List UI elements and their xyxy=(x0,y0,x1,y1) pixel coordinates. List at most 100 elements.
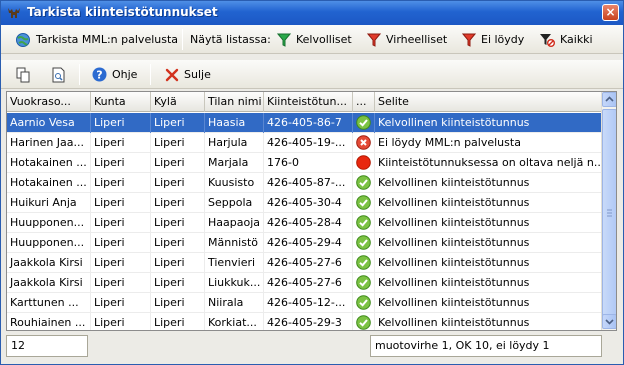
cell-tilan-nimi: Niirala xyxy=(205,293,264,313)
cell-kyla: Liperi xyxy=(151,153,205,173)
cell-tilan-nimi: Kuusisto xyxy=(205,173,264,193)
svg-text:?: ? xyxy=(96,69,102,82)
cell-selite: Ei löydy MML:n palvelusta xyxy=(375,133,603,153)
cell-tilan-nimi: Haapaoja xyxy=(205,213,264,233)
cell-kyla: Liperi xyxy=(151,253,205,273)
close-button[interactable]: Sulje xyxy=(165,65,211,84)
filter-invalid-button[interactable]: Virheelliset xyxy=(367,30,447,49)
table-row[interactable]: Karttunen ... Liperi Liperi Niirala 426-… xyxy=(7,293,603,313)
column-header-kyla[interactable]: Kylä xyxy=(151,92,205,112)
cell-selite: Kelvollinen kiinteistötunnus xyxy=(375,113,603,133)
filter-toolbar: Tarkista MML:n palvelusta Näytä listassa… xyxy=(1,25,623,54)
preview-button[interactable] xyxy=(51,65,71,84)
table-row[interactable]: Hotakainen ... Liperi Liperi Marjala 176… xyxy=(7,153,603,173)
column-header-kiinteistotunnus[interactable]: Kiinteistötun... xyxy=(264,92,353,112)
chevron-up-icon xyxy=(605,96,614,102)
cell-vuokraso: Jaakkola Kirsi xyxy=(7,253,91,273)
help-button[interactable]: ? Ohje xyxy=(92,65,137,84)
status-ok-icon xyxy=(356,315,371,330)
table-row[interactable]: Huupponen... Liperi Liperi Männistö 426-… xyxy=(7,233,603,253)
cell-selite: Kelvollinen kiinteistötunnus xyxy=(375,313,603,330)
main-window: Tarkista kiinteistötunnukset × Tarkista … xyxy=(0,0,624,365)
cell-kunta: Liperi xyxy=(91,213,151,233)
table-row[interactable]: Aarnio Vesa Liperi Liperi Haasia 426-405… xyxy=(7,113,603,133)
cell-vuokraso: Aarnio Vesa xyxy=(7,113,91,133)
column-header-kunta[interactable]: Kunta xyxy=(91,92,151,112)
cell-status xyxy=(353,233,375,253)
cell-kiinteistotunnus: 426-405-29-4 xyxy=(264,233,353,253)
cell-kyla: Liperi xyxy=(151,233,205,253)
filter-valid-button[interactable]: Kelvolliset xyxy=(277,30,352,49)
copy-icon xyxy=(16,67,30,82)
column-header-status[interactable]: ... xyxy=(353,92,375,112)
column-header-vuokraso[interactable]: Vuokraso... xyxy=(7,92,91,112)
cell-kunta: Liperi xyxy=(91,293,151,313)
globe-icon xyxy=(16,32,30,47)
cell-tilan-nimi: Seppola xyxy=(205,193,264,213)
funnel-clear-icon xyxy=(540,33,555,47)
window-title: Tarkista kiinteistötunnukset xyxy=(27,5,218,19)
scroll-up-button[interactable] xyxy=(602,92,616,107)
cell-selite: Kiinteistötunnuksessa on oltava neljä n.… xyxy=(375,153,603,173)
cell-vuokraso: Karttunen ... xyxy=(7,293,91,313)
cell-kunta: Liperi xyxy=(91,273,151,293)
cell-status xyxy=(353,293,375,313)
cell-kiinteistotunnus: 426-405-28-4 xyxy=(264,213,353,233)
column-header-tilan-nimi[interactable]: Tilan nimi xyxy=(205,92,264,112)
check-mml-label: Tarkista MML:n palvelusta xyxy=(36,33,179,46)
cell-selite: Kelvollinen kiinteistötunnus xyxy=(375,273,603,293)
copy-button[interactable] xyxy=(16,65,36,84)
property-table: Vuokraso... Kunta Kylä Tilan nimi Kiinte… xyxy=(6,91,617,331)
cell-vuokraso: Jaakkola Kirsi xyxy=(7,273,91,293)
table-row[interactable]: Hotakainen ... Liperi Liperi Kuusisto 42… xyxy=(7,173,603,193)
record-count: 12 xyxy=(6,335,88,357)
table-row[interactable]: Jaakkola Kirsi Liperi Liperi Liukkuk... … xyxy=(7,273,603,293)
title-bar[interactable]: Tarkista kiinteistötunnukset × xyxy=(1,1,623,25)
table-header: Vuokraso... Kunta Kylä Tilan nimi Kiinte… xyxy=(7,92,616,112)
vertical-scrollbar[interactable] xyxy=(601,92,616,330)
cell-tilan-nimi: Marjala xyxy=(205,153,264,173)
funnel-red-icon xyxy=(367,33,381,47)
filter-notfound-label: Ei löydy xyxy=(481,33,525,46)
cell-vuokraso: Hotakainen ... xyxy=(7,173,91,193)
cell-vuokraso: Harinen Jaa... xyxy=(7,133,91,153)
filter-notfound-button[interactable]: Ei löydy xyxy=(462,30,524,49)
filter-valid-label: Kelvolliset xyxy=(296,33,352,46)
cell-kiinteistotunnus: 426-405-87-... xyxy=(264,173,353,193)
table-row[interactable]: Rouhiainen ... Liperi Liperi Korkiat... … xyxy=(7,313,603,330)
status-ok-icon xyxy=(356,195,371,210)
cell-vuokraso: Huupponen... xyxy=(7,233,91,253)
check-mml-button[interactable]: Tarkista MML:n palvelusta xyxy=(15,30,178,49)
cell-vuokraso: Huikuri Anja xyxy=(7,193,91,213)
cell-kunta: Liperi xyxy=(91,113,151,133)
status-footer: 12 muotovirhe 1, OK 10, ei löydy 1 xyxy=(6,335,617,357)
table-row[interactable]: Huikuri Anja Liperi Liperi Seppola 426-4… xyxy=(7,193,603,213)
filter-all-button[interactable]: Kaikki xyxy=(539,30,593,49)
cell-kiinteistotunnus: 426-405-19-... xyxy=(264,133,353,153)
column-header-selite[interactable]: Selite xyxy=(375,92,603,112)
cell-vuokraso: Rouhiainen ... xyxy=(7,313,91,330)
cell-status xyxy=(353,253,375,273)
cell-status xyxy=(353,213,375,233)
scroll-thumb[interactable] xyxy=(602,109,616,318)
funnel-green-icon xyxy=(277,33,291,47)
status-ok-icon xyxy=(356,175,371,190)
window-close-button[interactable]: × xyxy=(602,4,619,21)
cell-kiinteistotunnus: 426-405-27-6 xyxy=(264,253,353,273)
cell-vuokraso: Hotakainen ... xyxy=(7,153,91,173)
close-label: Sulje xyxy=(184,68,211,81)
table-row[interactable]: Jaakkola Kirsi Liperi Liperi Tienvieri 4… xyxy=(7,253,603,273)
cell-selite: Kelvollinen kiinteistötunnus xyxy=(375,293,603,313)
table-row[interactable]: Harinen Jaa... Liperi Liperi Harjula 426… xyxy=(7,133,603,153)
table-row[interactable]: Huupponen... Liperi Liperi Haapaoja 426-… xyxy=(7,213,603,233)
cell-kyla: Liperi xyxy=(151,273,205,293)
cell-kunta: Liperi xyxy=(91,133,151,153)
help-icon: ? xyxy=(92,67,107,82)
status-ok-icon xyxy=(356,255,371,270)
help-label: Ohje xyxy=(112,68,138,81)
cell-kunta: Liperi xyxy=(91,253,151,273)
grip-icon xyxy=(607,209,612,217)
filter-invalid-label: Virheelliset xyxy=(386,33,448,46)
scroll-down-button[interactable] xyxy=(602,314,616,329)
cell-status xyxy=(353,133,375,153)
